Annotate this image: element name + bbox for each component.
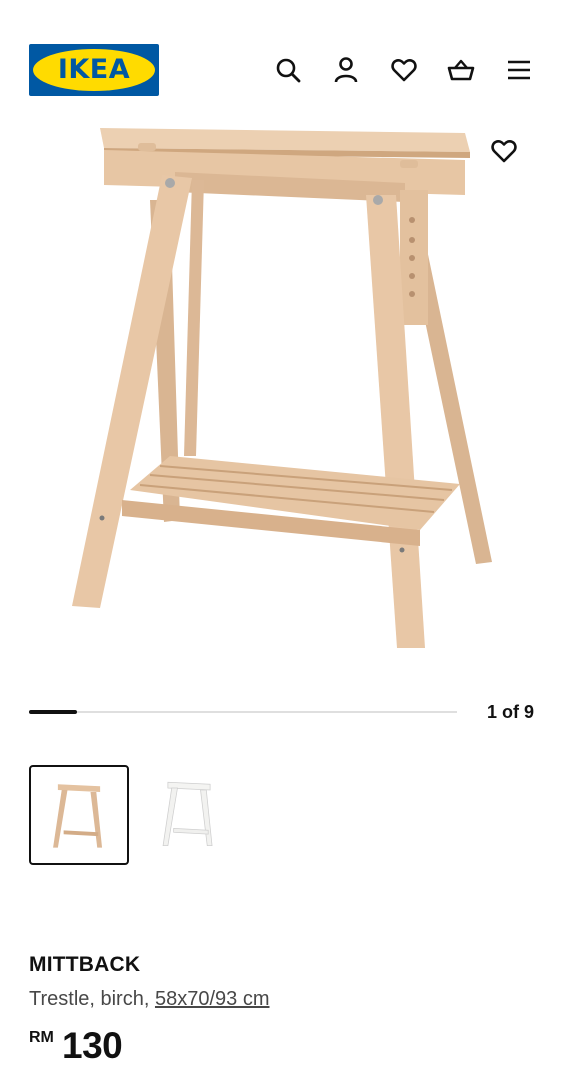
price-amount: 130 [62, 1025, 123, 1066]
search-icon[interactable] [274, 56, 302, 84]
thumbnail-birch-image [53, 784, 103, 848]
heart-icon[interactable] [390, 56, 418, 84]
top-header: IKEA [0, 0, 563, 110]
basket-icon[interactable] [447, 56, 475, 84]
product-type: Trestle, birch, [29, 988, 155, 1010]
product-name: MITTBACK [29, 953, 141, 976]
add-to-favourites-icon[interactable] [490, 137, 518, 165]
trestle-illustration [72, 128, 492, 648]
thumbnail-birch[interactable] [29, 765, 129, 865]
logo-text: IKEA [57, 54, 131, 85]
user-icon[interactable] [332, 56, 360, 84]
gallery-progress-bar [29, 710, 457, 714]
thumbnail-white[interactable] [141, 765, 241, 865]
product-dimensions-link[interactable]: 58x70/93 cm [155, 988, 270, 1010]
thumbnail-white-image [162, 781, 213, 847]
menu-icon[interactable] [505, 56, 533, 84]
product-image[interactable] [0, 110, 563, 680]
product-description: Trestle, birch, 58x70/93 cm [29, 985, 269, 1013]
price-currency: RM [29, 1029, 54, 1046]
gallery-progress-fill [29, 710, 77, 714]
ikea-logo[interactable]: IKEA [29, 44, 159, 96]
image-counter: 1 of 9 [486, 702, 534, 722]
